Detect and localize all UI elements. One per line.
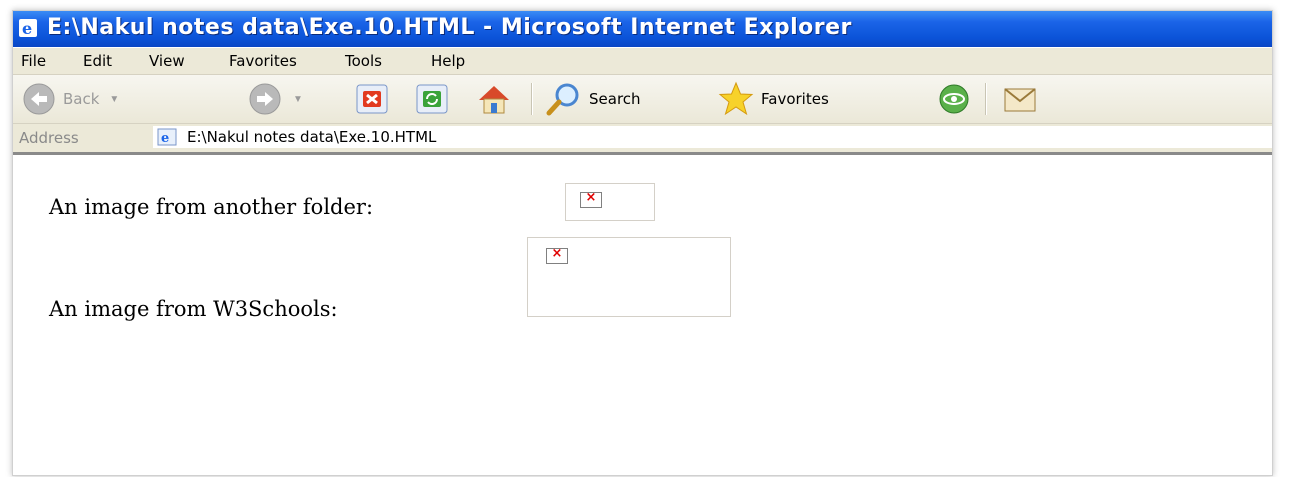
back-dropdown-icon[interactable]: ▼ — [109, 94, 119, 105]
search-button[interactable]: Search — [545, 81, 641, 117]
address-input[interactable]: e E:\Nakul notes data\Exe.10.HTML — [153, 126, 1272, 148]
forward-arrow-icon — [249, 83, 281, 115]
favorites-label: Favorites — [761, 90, 829, 108]
toolbar-separator — [531, 83, 533, 115]
broken-image-placeholder-2: × — [527, 237, 731, 317]
content-line-1: An image from another folder: — [49, 195, 374, 219]
ie-icon: e — [19, 19, 37, 37]
forward-button[interactable]: ▼ — [247, 81, 303, 117]
toolbar-separator-2 — [985, 83, 987, 115]
menu-edit[interactable]: Edit — [83, 52, 112, 70]
home-button[interactable] — [475, 81, 513, 117]
refresh-button[interactable] — [415, 81, 449, 117]
page-content: An image from another folder: × × An ima… — [13, 155, 1272, 475]
svg-text:e: e — [161, 131, 169, 146]
back-button[interactable]: Back ▼ — [21, 81, 119, 117]
search-icon — [546, 83, 579, 116]
title-bar: e E:\Nakul notes data\Exe.10.HTML - Micr… — [13, 11, 1272, 47]
mail-icon — [1004, 88, 1036, 112]
menu-view[interactable]: View — [149, 52, 185, 70]
browser-window: e E:\Nakul notes data\Exe.10.HTML - Micr… — [12, 10, 1273, 476]
address-bar: Address e E:\Nakul notes data\Exe.10.HTM… — [13, 124, 1272, 155]
refresh-icon — [416, 84, 448, 114]
address-url: E:\Nakul notes data\Exe.10.HTML — [187, 128, 437, 146]
content-line-2: An image from W3Schools: — [49, 297, 338, 321]
menu-favorites[interactable]: Favorites — [229, 52, 297, 70]
menu-help[interactable]: Help — [431, 52, 465, 70]
forward-dropdown-icon[interactable]: ▼ — [293, 94, 303, 105]
menu-bar: File Edit View Favorites Tools Help — [13, 48, 1272, 75]
toolbar: Back ▼ ▼ Search Favorites — [13, 75, 1272, 124]
media-icon — [939, 84, 969, 114]
mail-button[interactable] — [1001, 81, 1037, 117]
broken-image-icon: × — [580, 190, 602, 208]
home-icon — [479, 86, 509, 114]
stop-icon — [356, 84, 388, 114]
menu-file[interactable]: File — [21, 52, 46, 70]
stop-button[interactable] — [355, 81, 389, 117]
broken-image-icon-2: × — [546, 246, 568, 264]
svg-text:e: e — [22, 19, 32, 37]
favorites-star-icon — [718, 81, 754, 116]
menu-tools[interactable]: Tools — [345, 52, 382, 70]
search-label: Search — [589, 90, 641, 108]
back-arrow-icon — [23, 83, 55, 115]
back-label: Back — [63, 90, 100, 108]
page-icon: e — [157, 128, 177, 146]
broken-image-placeholder: × — [565, 183, 655, 221]
favorites-button[interactable]: Favorites — [717, 81, 829, 117]
window-title: E:\Nakul notes data\Exe.10.HTML - Micros… — [47, 15, 852, 40]
address-label: Address — [19, 129, 79, 147]
media-button[interactable] — [935, 81, 973, 117]
